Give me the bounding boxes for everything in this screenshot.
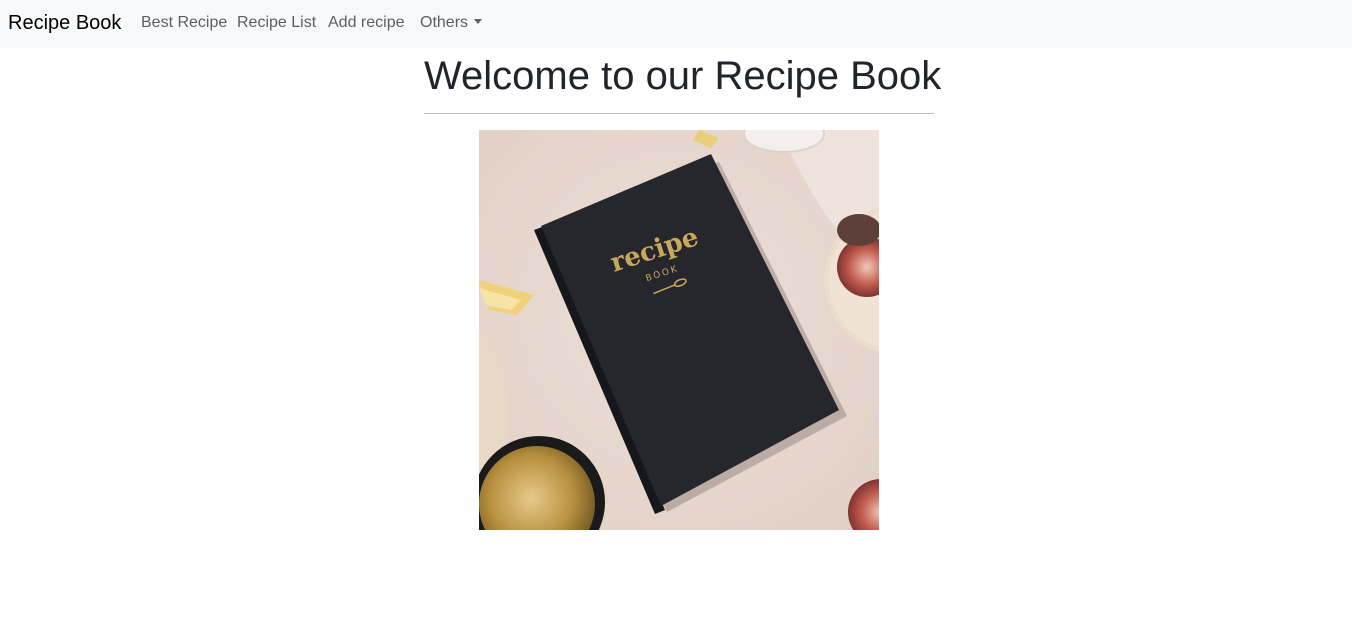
- page-title: Welcome to our Recipe Book: [424, 54, 942, 98]
- nav-dropdown-others-label: Others: [420, 14, 469, 31]
- nav-dropdown-others[interactable]: Others: [420, 13, 483, 33]
- nav-link-add-recipe[interactable]: Add recipe: [328, 13, 405, 33]
- caret-down-icon: [474, 19, 483, 24]
- navbar-brand[interactable]: Recipe Book: [8, 10, 121, 36]
- hero-image: recipe BOOK: [479, 130, 879, 530]
- recipe-book-photo: recipe BOOK: [479, 130, 879, 530]
- nav-link-best-recipe[interactable]: Best Recipe: [141, 13, 227, 33]
- divider: [424, 113, 934, 114]
- nav-link-recipe-list[interactable]: Recipe List: [237, 13, 316, 33]
- navbar: Recipe Book Best Recipe Recipe List Add …: [0, 0, 1352, 48]
